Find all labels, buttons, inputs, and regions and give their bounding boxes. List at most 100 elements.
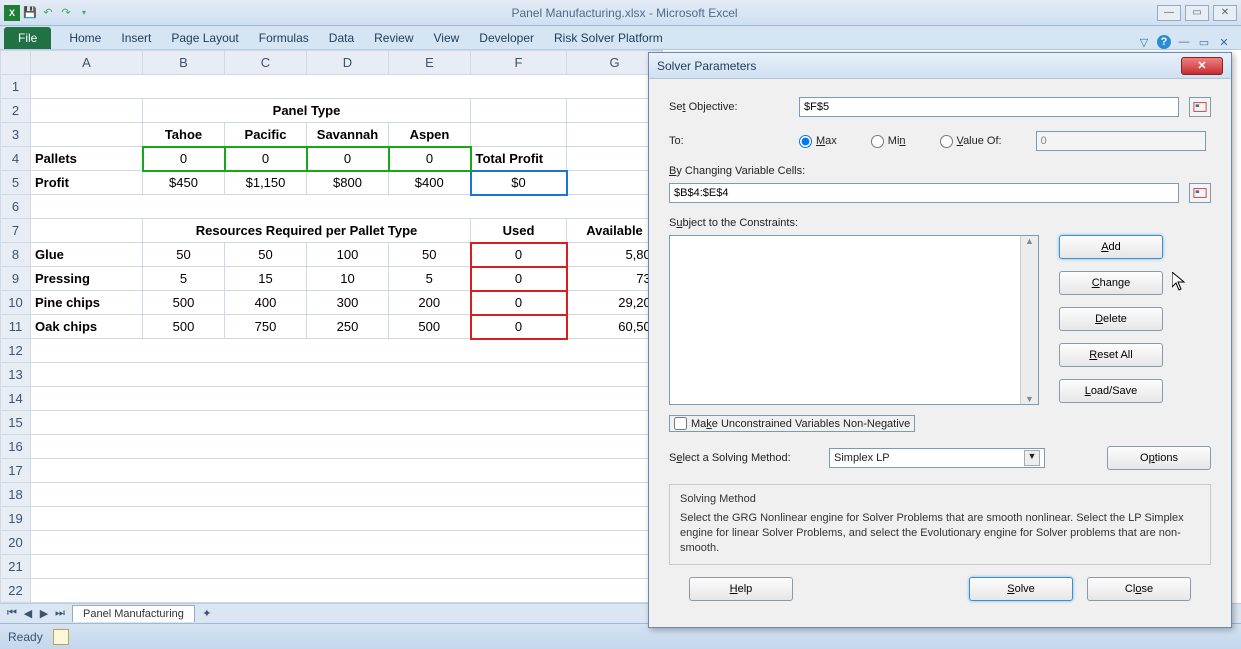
cell[interactable]: Pacific [225, 123, 307, 147]
radio-max[interactable]: Max [799, 135, 837, 148]
cell[interactable]: Profit [31, 171, 143, 195]
resources-label[interactable]: Resources Required per Pallet Type [143, 219, 471, 243]
select-all[interactable] [1, 51, 31, 75]
delete-button[interactable]: Delete [1059, 307, 1163, 331]
cell[interactable]: Aspen [389, 123, 471, 147]
col-header-D[interactable]: D [307, 51, 389, 75]
cell[interactable]: Tahoe [143, 123, 225, 147]
cell[interactable]: Pallets [31, 147, 143, 171]
undo-icon[interactable]: ↶ [40, 5, 56, 21]
row-header[interactable]: 22 [1, 579, 31, 603]
sheet-nav-prev-icon[interactable]: ◀ [20, 607, 36, 620]
row-header[interactable]: 12 [1, 339, 31, 363]
cell[interactable]: $1,150 [225, 171, 307, 195]
cell[interactable]: 5 [143, 267, 225, 291]
cell[interactable]: Pressing [31, 267, 143, 291]
cell-used[interactable]: 0 [471, 267, 567, 291]
file-tab[interactable]: File [4, 27, 51, 49]
child-minimize-icon[interactable]: — [1177, 35, 1191, 49]
tab-review[interactable]: Review [364, 27, 423, 49]
method-select[interactable]: Simplex LP ▼ [829, 448, 1045, 468]
unconstrained-checkbox[interactable]: Make Unconstrained Variables Non-Negativ… [669, 415, 915, 432]
row-header[interactable]: 15 [1, 411, 31, 435]
cell-total-profit[interactable]: $0 [471, 171, 567, 195]
dialog-titlebar[interactable]: Solver Parameters ✕ [649, 53, 1231, 79]
load-save-button[interactable]: Load/Save [1059, 379, 1163, 403]
cell-used[interactable]: 0 [471, 315, 567, 339]
chevron-down-icon[interactable]: ▼ [1024, 450, 1040, 466]
cell-pallets[interactable]: 0 [389, 147, 471, 171]
radio-min-input[interactable] [871, 135, 884, 148]
cell[interactable]: 250 [307, 315, 389, 339]
row-header[interactable]: 6 [1, 195, 31, 219]
cell[interactable]: 100 [307, 243, 389, 267]
ribbon-minimize-icon[interactable]: ▽ [1137, 35, 1151, 49]
col-header-C[interactable]: C [225, 51, 307, 75]
radio-value-input[interactable] [940, 135, 953, 148]
cell-used[interactable]: 0 [471, 291, 567, 315]
cell-pallets[interactable]: 0 [143, 147, 225, 171]
row-header[interactable]: 7 [1, 219, 31, 243]
cell[interactable]: 500 [143, 291, 225, 315]
child-close-icon[interactable]: ✕ [1217, 35, 1231, 49]
tab-data[interactable]: Data [319, 27, 364, 49]
col-header-F[interactable]: F [471, 51, 567, 75]
cell[interactable]: Pine chips [31, 291, 143, 315]
tab-view[interactable]: View [424, 27, 470, 49]
tab-insert[interactable]: Insert [111, 27, 161, 49]
cell[interactable]: $450 [143, 171, 225, 195]
scroll-down-icon[interactable]: ▼ [1025, 394, 1034, 404]
col-header-E[interactable]: E [389, 51, 471, 75]
cell[interactable]: Glue [31, 243, 143, 267]
range-picker-icon[interactable] [1189, 97, 1211, 117]
row-header[interactable]: 19 [1, 507, 31, 531]
row-header[interactable]: 8 [1, 243, 31, 267]
cell[interactable]: 750 [225, 315, 307, 339]
col-header-A[interactable]: A [31, 51, 143, 75]
change-button[interactable]: Change [1059, 271, 1163, 295]
row-header[interactable]: 17 [1, 459, 31, 483]
cell[interactable]: 200 [389, 291, 471, 315]
cell[interactable]: $800 [307, 171, 389, 195]
dialog-close-button[interactable]: ✕ [1181, 57, 1223, 75]
close-dialog-button[interactable]: Close [1087, 577, 1191, 601]
scrollbar[interactable]: ▲▼ [1020, 236, 1038, 404]
cell[interactable]: $400 [389, 171, 471, 195]
unconstrained-checkbox-input[interactable] [674, 417, 687, 430]
cell[interactable]: Oak chips [31, 315, 143, 339]
qat-dropdown-icon[interactable]: ▾ [76, 5, 92, 21]
cell[interactable]: 50 [143, 243, 225, 267]
range-picker-icon[interactable] [1189, 183, 1211, 203]
tab-formulas[interactable]: Formulas [249, 27, 319, 49]
row-header[interactable]: 4 [1, 147, 31, 171]
add-button[interactable]: Add [1059, 235, 1163, 259]
macro-record-icon[interactable] [53, 629, 69, 645]
scroll-up-icon[interactable]: ▲ [1025, 236, 1034, 246]
constraints-list[interactable]: ▲▼ [669, 235, 1039, 405]
cell[interactable]: 15 [225, 267, 307, 291]
redo-icon[interactable]: ↷ [58, 5, 74, 21]
cell[interactable]: 400 [225, 291, 307, 315]
tab-risk-solver[interactable]: Risk Solver Platform [544, 27, 673, 49]
row-header[interactable]: 14 [1, 387, 31, 411]
row-header[interactable]: 20 [1, 531, 31, 555]
tab-home[interactable]: Home [59, 27, 111, 49]
row-header[interactable]: 3 [1, 123, 31, 147]
cell[interactable]: 500 [389, 315, 471, 339]
sheet-nav-last-icon[interactable]: ⏭ [52, 607, 68, 620]
cell-used[interactable]: 0 [471, 243, 567, 267]
cell[interactable]: 50 [389, 243, 471, 267]
row-header[interactable]: 9 [1, 267, 31, 291]
cell-pallets[interactable]: 0 [225, 147, 307, 171]
help-icon[interactable]: ? [1157, 35, 1171, 49]
cell[interactable]: Total Profit [471, 147, 567, 171]
radio-max-input[interactable] [799, 135, 812, 148]
row-header[interactable]: 18 [1, 483, 31, 507]
restore-button[interactable]: ▭ [1185, 5, 1209, 21]
row-header[interactable]: 13 [1, 363, 31, 387]
row-header[interactable]: 5 [1, 171, 31, 195]
panel-type-label[interactable]: Panel Type [143, 99, 471, 123]
row-header[interactable]: 1 [1, 75, 31, 99]
radio-min[interactable]: Min [871, 135, 906, 148]
objective-input[interactable] [799, 97, 1179, 117]
